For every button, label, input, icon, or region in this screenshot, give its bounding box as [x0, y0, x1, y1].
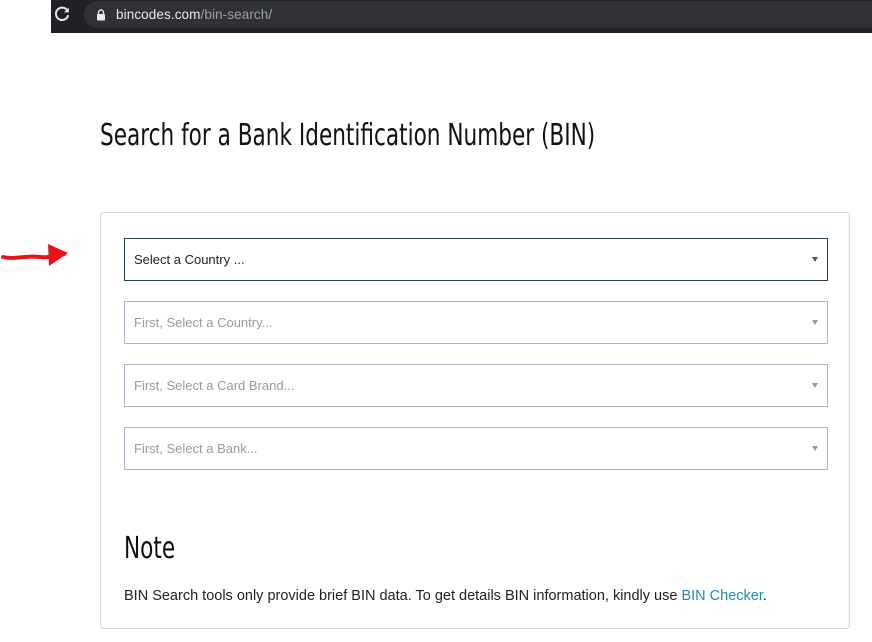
note-heading: Note: [124, 531, 176, 566]
country-select[interactable]: Select a Country ...: [124, 238, 828, 281]
bank-select[interactable]: First, Select a Bank...: [124, 427, 828, 470]
url-domain: bincodes.com: [116, 7, 201, 22]
browser-toolbar: bincodes.com/bin-search/: [51, 0, 872, 33]
chevron-down-icon: [812, 320, 818, 325]
country-select-value: Select a Country ...: [134, 252, 245, 267]
note-text-end: .: [762, 588, 767, 604]
note-text: BIN Search tools only provide brief BIN …: [124, 588, 767, 604]
bin-search-card: Select a Country ... First, Select a Cou…: [100, 212, 850, 629]
url-text[interactable]: bincodes.com/bin-search/: [116, 7, 272, 22]
page-title: Search for a Bank Identification Number …: [100, 118, 596, 153]
url-path: /bin-search/: [200, 7, 273, 22]
reload-icon[interactable]: [53, 5, 71, 23]
card-type-select-placeholder: First, Select a Card Brand...: [134, 378, 295, 393]
card-type-select[interactable]: First, Select a Card Brand...: [124, 364, 828, 407]
red-arrow-annotation-icon: [1, 244, 68, 266]
card-brand-select-placeholder: First, Select a Country...: [134, 315, 273, 330]
note-body: BIN Search tools only provide brief BIN …: [124, 588, 682, 604]
chevron-down-icon: [812, 257, 818, 262]
chevron-down-icon: [812, 446, 818, 451]
card-brand-select[interactable]: First, Select a Country...: [124, 301, 828, 344]
chevron-down-icon: [812, 383, 818, 388]
address-bar[interactable]: bincodes.com/bin-search/: [84, 1, 872, 28]
lock-icon[interactable]: [96, 9, 106, 21]
bin-checker-link[interactable]: BIN Checker: [681, 588, 762, 604]
bank-select-placeholder: First, Select a Bank...: [134, 441, 258, 456]
page: bincodes.com/bin-search/ Search for a Ba…: [0, 0, 872, 642]
